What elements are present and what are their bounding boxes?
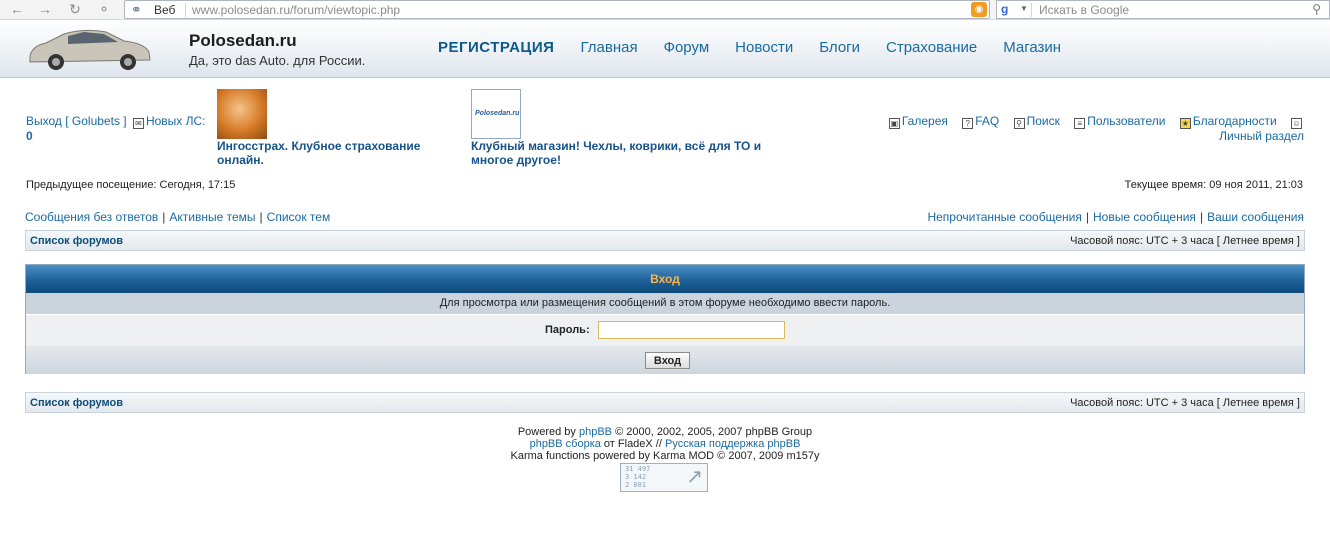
login-panel: Вход Для просмотра или размещения сообще… (25, 264, 1305, 374)
url-text[interactable]: www.polosedan.ru/forum/viewtopic.php (192, 3, 400, 17)
username: Golubets (71, 114, 120, 128)
unread-posts-link[interactable]: Непрочитанные сообщения (927, 210, 1081, 224)
engine-label: Веб (154, 3, 176, 17)
search-link[interactable]: Поиск (1027, 114, 1060, 128)
profile-link[interactable]: Личный раздел (878, 129, 1304, 143)
back-arrow-icon[interactable]: ← (8, 1, 26, 18)
topic-list-link[interactable]: Список тем (267, 210, 331, 224)
password-row: Пароль: (26, 314, 1304, 346)
address-bar[interactable]: ⚭ Веб www.polosedan.ru/forum/viewtopic.p… (124, 0, 990, 19)
main-nav: РЕГИСТРАЦИЯ Главная Форум Новости Блоги … (438, 39, 1061, 56)
users-link[interactable]: Пользователи (1087, 114, 1165, 128)
thanks-link[interactable]: Благодарности (1193, 114, 1277, 128)
browser-toolbar: ← → ↻ ⚬ ⚭ Веб www.polosedan.ru/forum/vie… (0, 0, 1330, 20)
google-icon[interactable]: g (1001, 2, 1017, 17)
rss-icon[interactable]: ◉ (971, 2, 987, 17)
nav-insurance[interactable]: Страхование (886, 39, 977, 56)
visit-counter[interactable]: 31 497 3 142 2 801 ↗ (620, 463, 708, 492)
site-header: Polosedan.ru Да, это das Auto. для Росси… (0, 20, 1330, 78)
key-icon[interactable]: ⚬ (95, 1, 113, 18)
forum-list-link-bottom[interactable]: Список форумов (30, 397, 123, 409)
timezone-text: Часовой пояс: UTC + 3 часа [ Летнее врем… (1070, 235, 1300, 247)
new-pm-count[interactable]: 0 (26, 129, 33, 143)
arrow-up-right-icon: ↗ (686, 466, 703, 488)
page-footer: Powered by phpBB © 2000, 2002, 2005, 200… (0, 426, 1330, 462)
shop-banner-image[interactable]: Polosedan.ru (471, 89, 521, 139)
globe-icon: ⚭ (131, 2, 142, 17)
search-placeholder[interactable]: Искать в Google (1039, 3, 1129, 17)
ingosstrakh-ad-link[interactable]: Ингосстрах. Клубное страхование онлайн. (217, 139, 457, 167)
breadcrumb-bar-top: Список форумов Часовой пояс: UTC + 3 час… (25, 230, 1305, 251)
logout-link[interactable]: Выход [ Golubets ] (26, 114, 127, 128)
reload-icon[interactable]: ↻ (66, 1, 84, 18)
unanswered-posts-link[interactable]: Сообщения без ответов (25, 210, 158, 224)
new-posts-link[interactable]: Новые сообщения (1093, 210, 1196, 224)
shop-ad-link[interactable]: Клубный магазин! Чехлы, коврики, всё для… (471, 139, 801, 167)
ingosstrakh-banner-image[interactable] (217, 89, 267, 139)
faq-icon: ? (962, 118, 974, 129)
login-button[interactable]: Вход (645, 352, 690, 369)
nav-forum[interactable]: Форум (664, 39, 710, 56)
last-visit: Предыдущее посещение: Сегодня, 17:15 (26, 179, 236, 191)
user-box: Выход [ Golubets ] ✉ Новых ЛС: 0 (26, 114, 212, 143)
site-name[interactable]: Polosedan.ru (189, 31, 297, 51)
active-topics-link[interactable]: Активные темы (169, 210, 255, 224)
forum-list-link[interactable]: Список форумов (30, 235, 123, 247)
password-input[interactable] (598, 321, 785, 339)
nav-registration[interactable]: РЕГИСТРАЦИЯ (438, 39, 554, 56)
phpbb-link[interactable]: phpBB (579, 426, 612, 438)
gallery-link[interactable]: Галерея (902, 114, 948, 128)
quick-links-left: Сообщения без ответов | Активные темы | Спис… (25, 210, 331, 224)
karma-credit: Karma functions powered by Karma MOD © 2… (510, 450, 820, 462)
nav-shop[interactable]: Магазин (1003, 39, 1061, 56)
chevron-down-icon[interactable]: ▼ (1020, 4, 1028, 13)
login-title: Вход (26, 265, 1304, 293)
login-message: Для просмотра или размещения сообщений в… (26, 293, 1304, 314)
breadcrumb-bar-bottom: Список форумов Часовой пояс: UTC + 3 час… (25, 392, 1305, 413)
faq-link[interactable]: FAQ (975, 114, 999, 128)
nav-home[interactable]: Главная (580, 39, 637, 56)
profile-icon: ☺ (1291, 118, 1302, 129)
forward-arrow-icon[interactable]: → (36, 1, 54, 18)
your-posts-link[interactable]: Ваши сообщения (1207, 210, 1304, 224)
site-slogan: Да, это das Auto. для России. (189, 53, 366, 68)
nav-blogs[interactable]: Блоги (819, 39, 860, 56)
password-label: Пароль: (545, 324, 590, 336)
pm-icon: ✉ (132, 118, 144, 129)
gallery-icon: ▣ (888, 118, 900, 129)
timezone-text-bottom: Часовой пояс: UTC + 3 часа [ Летнее врем… (1070, 397, 1300, 409)
new-pm-link[interactable]: Новых ЛС: (146, 114, 206, 128)
users-list-icon: ≡ (1074, 118, 1086, 129)
quick-links-right: Непрочитанные сообщения | Новые сообщения |… (927, 210, 1304, 224)
search-icon: ⚲ (1013, 118, 1025, 129)
phpbb-build-link[interactable]: phpBB сборка (530, 438, 601, 450)
login-footer: Вход (26, 346, 1304, 374)
car-logo-icon[interactable] (24, 26, 154, 72)
current-time: Текущее время: 09 ноя 2011, 21:03 (1124, 179, 1303, 191)
google-search-box[interactable]: g ▼ Искать в Google ⚲ (996, 0, 1330, 19)
shop-banner-logo: Polosedan.ru (475, 110, 520, 117)
top-links: ▣ Галерея ? FAQ ⚲ Поиск ≡ Пользователи ★ Благ… (878, 114, 1304, 143)
search-icon[interactable]: ⚲ (1312, 2, 1321, 16)
thanks-icon: ★ (1179, 118, 1191, 129)
russian-support-link[interactable]: Русская поддержка phpBB (665, 438, 800, 450)
nav-news[interactable]: Новости (735, 39, 793, 56)
